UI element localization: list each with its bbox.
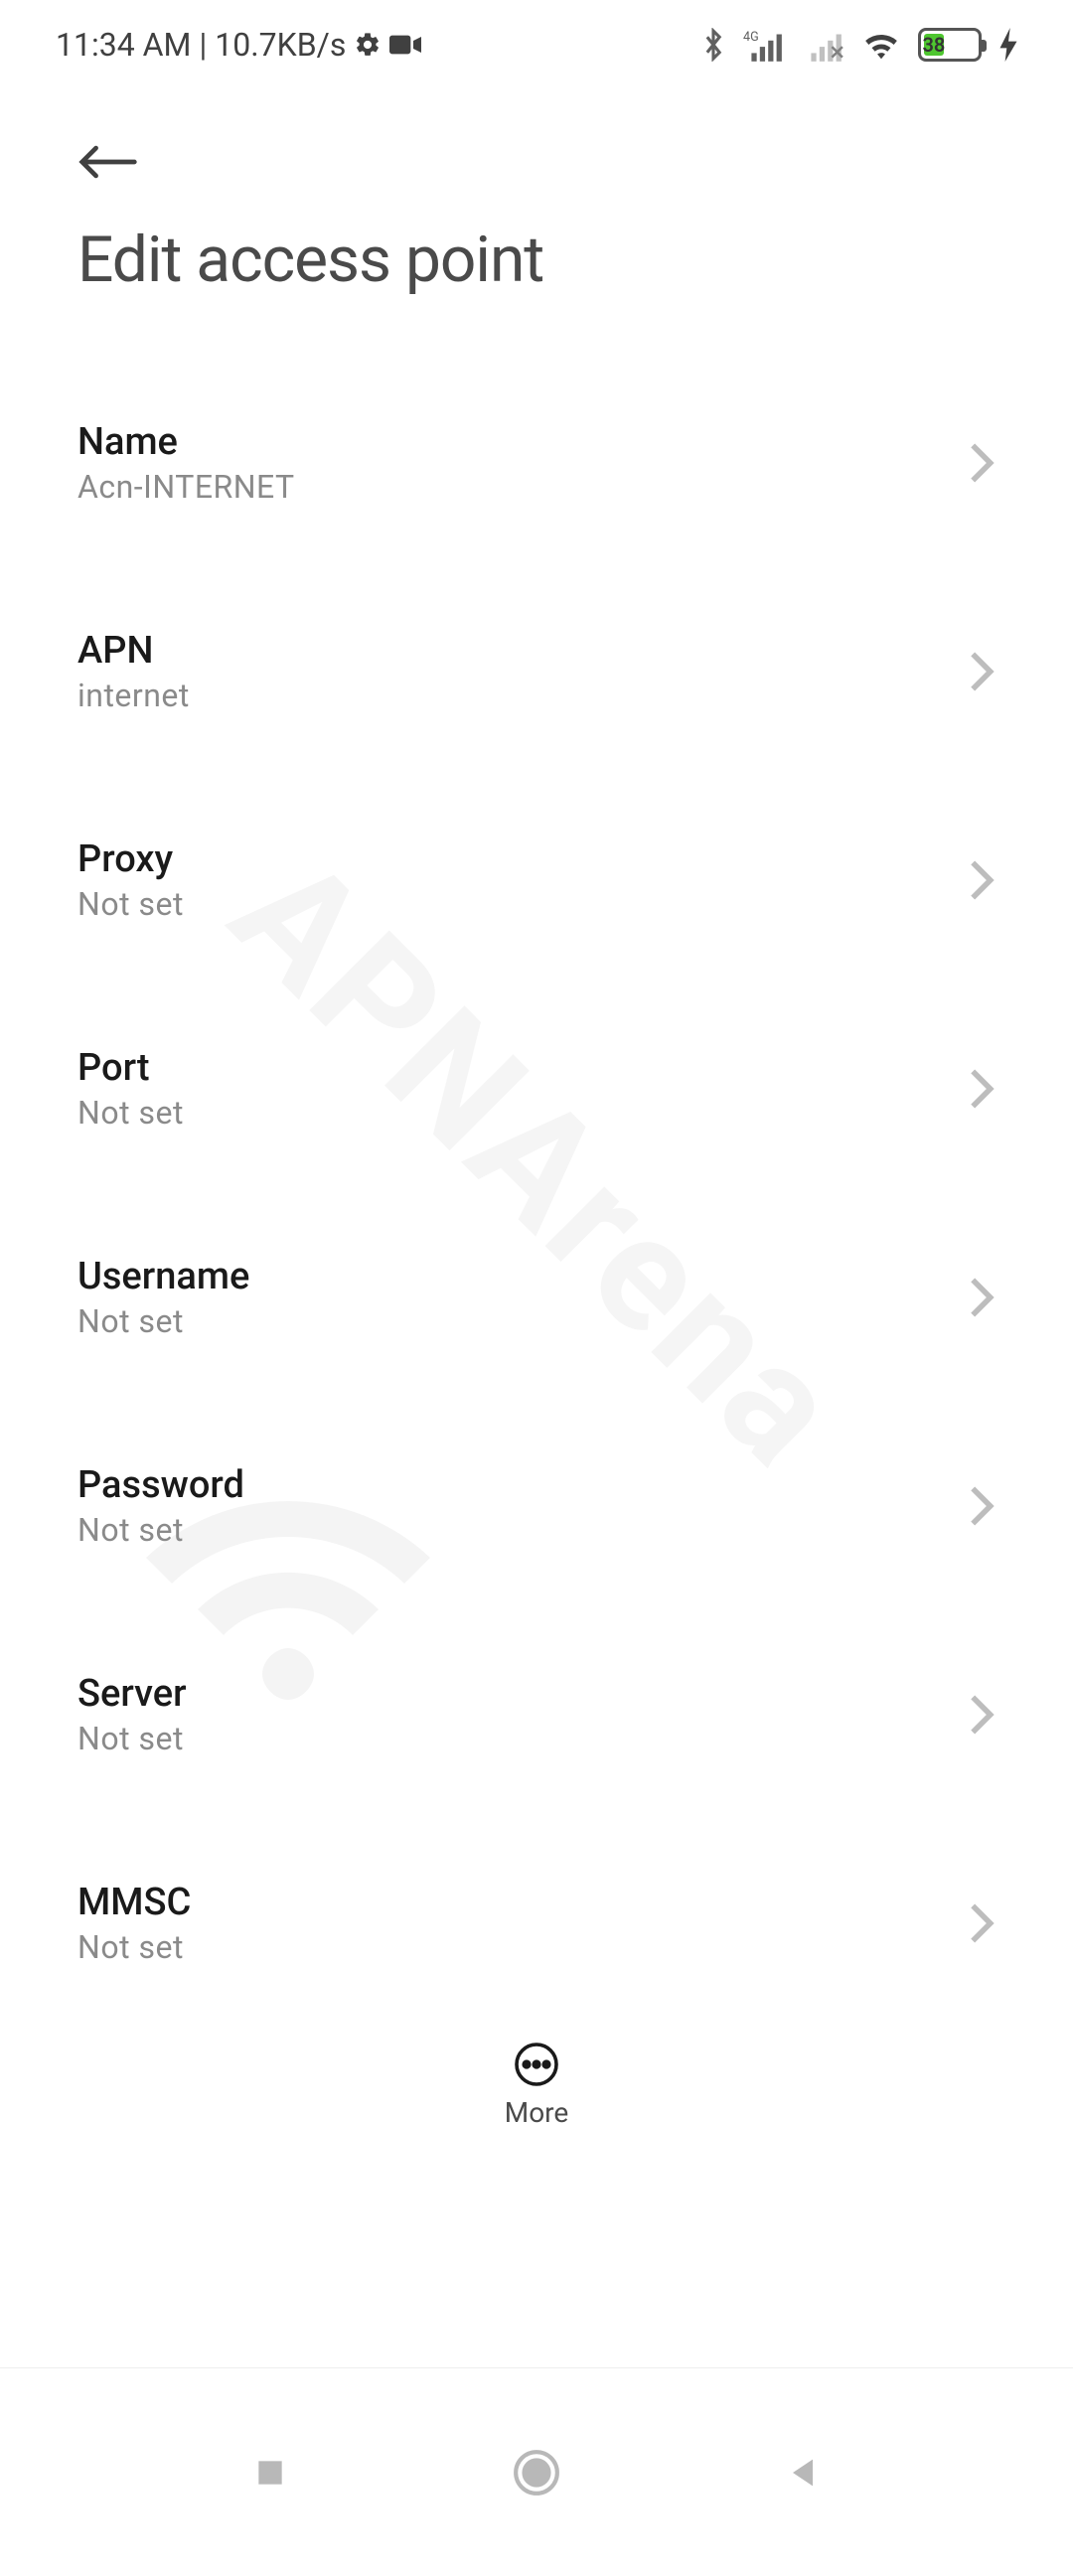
chevron-right-icon xyxy=(968,650,996,693)
chevron-right-icon xyxy=(968,1067,996,1111)
more-icon xyxy=(513,2041,560,2088)
more-button[interactable]: More xyxy=(0,2010,1073,2159)
setting-name[interactable]: Name Acn-INTERNET xyxy=(77,386,996,549)
setting-value: Acn-INTERNET xyxy=(77,468,968,506)
setting-label: Port xyxy=(77,1046,968,1090)
header: Edit access point xyxy=(0,89,1073,297)
arrow-left-icon xyxy=(77,141,139,183)
setting-proxy[interactable]: Proxy Not set xyxy=(77,804,996,967)
chevron-right-icon xyxy=(968,858,996,902)
setting-value: Not set xyxy=(77,1928,968,1966)
video-icon xyxy=(389,33,421,57)
settings-list: Name Acn-INTERNET APN internet Proxy Not… xyxy=(0,297,1073,2218)
setting-label: MMSC xyxy=(77,1881,968,1924)
setting-label: Name xyxy=(77,420,968,464)
chevron-right-icon xyxy=(968,1484,996,1528)
wifi-icon xyxy=(862,30,900,60)
nav-back-button[interactable] xyxy=(783,2453,823,2493)
status-time: 11:34 AM xyxy=(56,26,191,64)
signal-sim2-icon xyxy=(803,28,844,62)
nav-recent-button[interactable] xyxy=(250,2453,290,2493)
setting-value: Not set xyxy=(77,1720,968,1757)
navigation-bar xyxy=(0,2367,1073,2576)
chevron-right-icon xyxy=(968,441,996,485)
svg-text:4G: 4G xyxy=(743,30,759,45)
setting-value: Not set xyxy=(77,885,968,923)
setting-value: Not set xyxy=(77,1094,968,1132)
setting-value: internet xyxy=(77,677,968,714)
signal-sim1-icon: 4G xyxy=(743,28,785,62)
setting-label: Password xyxy=(77,1463,968,1507)
setting-label: Proxy xyxy=(77,837,968,881)
triangle-left-icon xyxy=(783,2453,823,2493)
setting-password[interactable]: Password Not set xyxy=(77,1430,996,1592)
square-icon xyxy=(250,2453,290,2493)
gear-icon xyxy=(354,31,382,59)
lightning-icon xyxy=(999,28,1017,62)
status-bar: 11:34 AM | 10.7KB/s 4G 38 xyxy=(0,0,1073,89)
setting-port[interactable]: Port Not set xyxy=(77,1012,996,1175)
nav-home-button[interactable] xyxy=(512,2448,561,2498)
status-separator: | xyxy=(199,26,207,64)
status-speed: 10.7KB/s xyxy=(215,26,346,64)
setting-apn[interactable]: APN internet xyxy=(77,595,996,758)
setting-value: Not set xyxy=(77,1511,968,1549)
bluetooth-icon xyxy=(701,28,725,62)
setting-server[interactable]: Server Not set xyxy=(77,1638,996,1801)
status-right: 4G 38 xyxy=(701,28,1017,62)
setting-label: APN xyxy=(77,629,968,673)
chevron-right-icon xyxy=(968,1693,996,1737)
chevron-right-icon xyxy=(968,1901,996,1945)
setting-username[interactable]: Username Not set xyxy=(77,1221,996,1384)
status-left: 11:34 AM | 10.7KB/s xyxy=(56,26,421,64)
back-button[interactable] xyxy=(77,129,139,223)
setting-label: Username xyxy=(77,1255,968,1298)
setting-label: Server xyxy=(77,1672,968,1716)
setting-value: Not set xyxy=(77,1302,968,1340)
battery-icon: 38 xyxy=(918,28,982,62)
circle-icon xyxy=(512,2448,561,2498)
chevron-right-icon xyxy=(968,1276,996,1319)
page-title: Edit access point xyxy=(77,223,996,297)
more-label: More xyxy=(505,2096,569,2129)
